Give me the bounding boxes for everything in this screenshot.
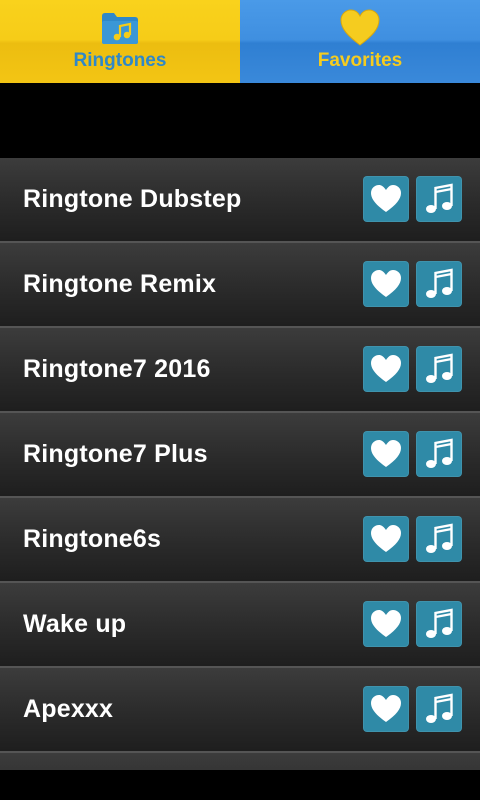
list-item[interactable]: Ringtone6s	[0, 498, 480, 583]
heart-icon	[338, 8, 382, 48]
folder-music-icon	[98, 8, 142, 48]
tab-bar: Ringtones Favorites	[0, 0, 480, 83]
favorite-button[interactable]	[363, 601, 409, 647]
play-button[interactable]	[416, 261, 462, 307]
music-note-icon	[426, 438, 453, 468]
music-note-icon	[426, 693, 453, 723]
play-button[interactable]	[416, 686, 462, 732]
list-item[interactable]	[0, 753, 480, 770]
favorite-button[interactable]	[363, 261, 409, 307]
play-button[interactable]	[416, 346, 462, 392]
music-note-icon	[426, 353, 453, 383]
ringtone-title: Ringtone Dubstep	[23, 185, 242, 213]
heart-icon	[371, 440, 401, 467]
heart-icon	[371, 525, 401, 552]
favorite-button[interactable]	[363, 431, 409, 477]
heart-icon	[371, 270, 401, 297]
tab-ringtones[interactable]: Ringtones	[0, 0, 240, 83]
heart-icon	[371, 610, 401, 637]
favorite-button[interactable]	[363, 686, 409, 732]
heart-icon	[371, 355, 401, 382]
play-button[interactable]	[416, 431, 462, 477]
favorite-button[interactable]	[363, 516, 409, 562]
favorite-button[interactable]	[363, 176, 409, 222]
list-item[interactable]: Ringtone7 Plus	[0, 413, 480, 498]
heart-icon	[371, 185, 401, 212]
music-note-icon	[426, 183, 453, 213]
music-note-icon	[426, 608, 453, 638]
ringtone-title: Ringtone7 2016	[23, 355, 211, 383]
list-item[interactable]: Ringtone Dubstep	[0, 158, 480, 243]
ringtone-title: Ringtone7 Plus	[23, 440, 208, 468]
tab-ringtones-label: Ringtones	[73, 50, 167, 71]
music-note-icon	[426, 268, 453, 298]
ringtone-title: Apexxx	[23, 695, 114, 723]
ringtone-title: Ringtone6s	[23, 525, 162, 553]
tab-favorites[interactable]: Favorites	[240, 0, 480, 83]
ringtone-title: Ringtone Remix	[23, 270, 217, 298]
list-item[interactable]: Apexxx	[0, 668, 480, 753]
play-button[interactable]	[416, 601, 462, 647]
play-button[interactable]	[416, 516, 462, 562]
music-note-icon	[426, 523, 453, 553]
ringtone-title: Wake up	[23, 610, 127, 638]
play-button[interactable]	[416, 176, 462, 222]
favorite-button[interactable]	[363, 346, 409, 392]
ringtone-list[interactable]: Ringtone Dubstep Ringtone Remix Ringtone…	[0, 158, 480, 770]
header-spacer	[0, 83, 480, 158]
heart-icon	[371, 695, 401, 722]
tab-favorites-label: Favorites	[317, 50, 403, 71]
list-item[interactable]: Ringtone Remix	[0, 243, 480, 328]
list-item[interactable]: Wake up	[0, 583, 480, 668]
bottom-bar	[0, 770, 480, 800]
list-item[interactable]: Ringtone7 2016	[0, 328, 480, 413]
